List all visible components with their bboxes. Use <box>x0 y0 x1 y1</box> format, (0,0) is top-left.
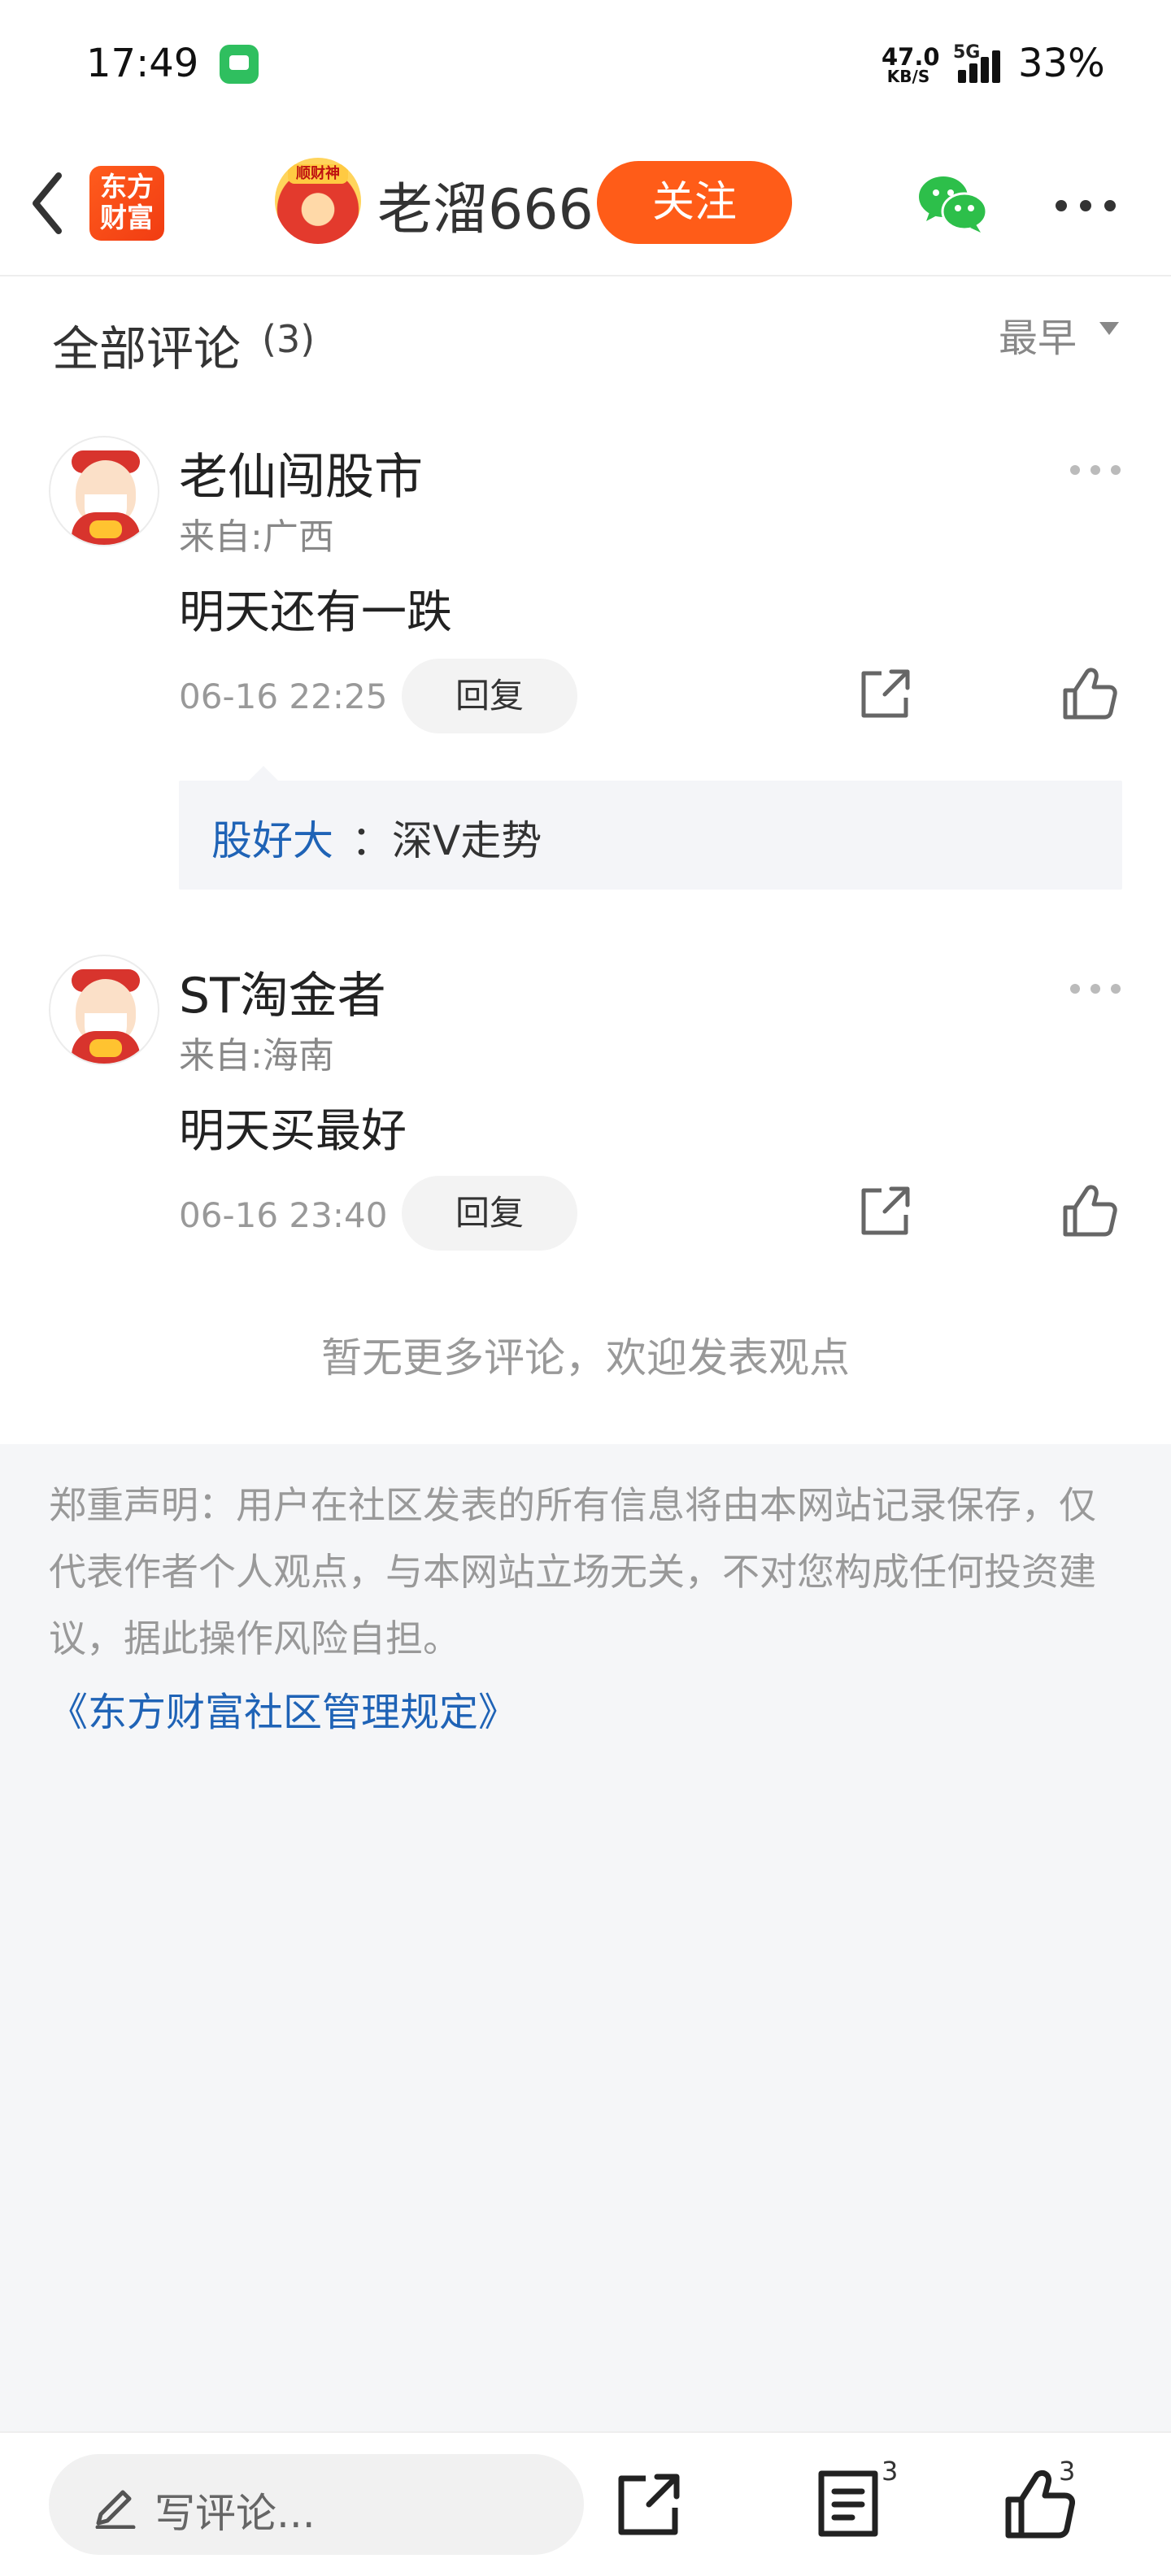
reply-button[interactable]: 回复 <box>402 659 577 733</box>
more-icon[interactable] <box>1056 200 1116 211</box>
top-navigation: 东方 财富 顺财神 老溜666 关注 <box>0 130 1171 276</box>
avatar-banner: 顺财神 <box>288 164 348 184</box>
network-speed: 47.0 KB/S <box>882 43 940 86</box>
network-speed-unit: KB/S <box>886 67 930 86</box>
sort-dropdown-arrow-icon[interactable] <box>1099 322 1119 335</box>
like-icon[interactable] <box>1060 1182 1117 1239</box>
comment-avatar[interactable] <box>49 436 159 546</box>
comment-icon[interactable] <box>812 2467 885 2540</box>
comment-time: 06-16 23:40 <box>179 1195 388 1235</box>
network-speed-value: 47.0 <box>882 43 940 71</box>
comments-section: 全部评论 (3) 最早 老仙闯股市 来自:广西 明天还有一跌 06-16 22:… <box>0 276 1171 1444</box>
comment-location: 来自:广西 <box>179 516 334 558</box>
comment-location: 来自:海南 <box>179 1035 334 1077</box>
status-bar: 17:49 47.0 KB/S 5G 33% <box>0 0 1171 130</box>
author-name[interactable]: 老溜666 <box>377 164 594 245</box>
pencil-icon <box>95 2490 136 2529</box>
comment-count-badge: 3 <box>882 2456 899 2487</box>
back-icon[interactable] <box>24 169 73 237</box>
follow-button[interactable]: 关注 <box>597 161 792 244</box>
battery-level: 33% <box>1018 41 1105 86</box>
comment-input[interactable]: 写评论... <box>49 2454 584 2555</box>
reply-button[interactable]: 回复 <box>402 1176 577 1251</box>
comment-more-icon[interactable] <box>1070 984 1121 994</box>
comment-text: 明天买最好 <box>179 1105 407 1158</box>
reply-box: 股好大 ：深V走势 <box>179 766 1122 890</box>
comment-user-name[interactable]: ST淘金者 <box>179 956 386 1027</box>
community-rules-link[interactable]: 《东方财富社区管理规定》 <box>49 1680 517 1737</box>
comment-placeholder: 写评论... <box>155 2490 316 2537</box>
logo-text-bottom: 财富 <box>100 202 154 233</box>
bottom-action-bar: 写评论... 3 3 <box>0 2431 1171 2576</box>
like-count-badge: 3 <box>1059 2456 1076 2487</box>
share-icon[interactable] <box>857 665 914 722</box>
disclaimer-text: 郑重声明：用户在社区发表的所有信息将由本网站记录保存，仅代表作者个人观点，与本网… <box>49 1483 1096 1660</box>
author-avatar[interactable]: 顺财神 <box>275 158 361 244</box>
wechat-icon[interactable] <box>917 172 987 234</box>
comments-title: 全部评论 <box>52 321 242 376</box>
status-time: 17:49 <box>86 41 199 86</box>
message-app-icon <box>220 45 259 84</box>
sort-dropdown[interactable]: 最早 <box>999 306 1077 363</box>
share-icon[interactable] <box>857 1182 914 1239</box>
comment-avatar[interactable] <box>49 955 159 1065</box>
comments-count: (3) <box>262 317 316 361</box>
comment-user-name[interactable]: 老仙闯股市 <box>179 437 423 508</box>
reply-text: ：深V走势 <box>351 817 542 864</box>
signal-icon <box>958 47 1000 83</box>
no-more-comments: 暂无更多评论，欢迎发表观点 <box>321 1334 850 1382</box>
comment-time: 06-16 22:25 <box>179 677 388 716</box>
comment-text: 明天还有一跌 <box>179 586 452 639</box>
share-icon[interactable] <box>613 2467 686 2540</box>
comment-more-icon[interactable] <box>1070 465 1121 475</box>
like-icon[interactable] <box>1060 665 1117 722</box>
reply-user-name[interactable]: 股好大 <box>211 808 333 867</box>
logo-text-top: 东方 <box>100 171 154 202</box>
eastmoney-logo[interactable]: 东方 财富 <box>89 166 164 241</box>
